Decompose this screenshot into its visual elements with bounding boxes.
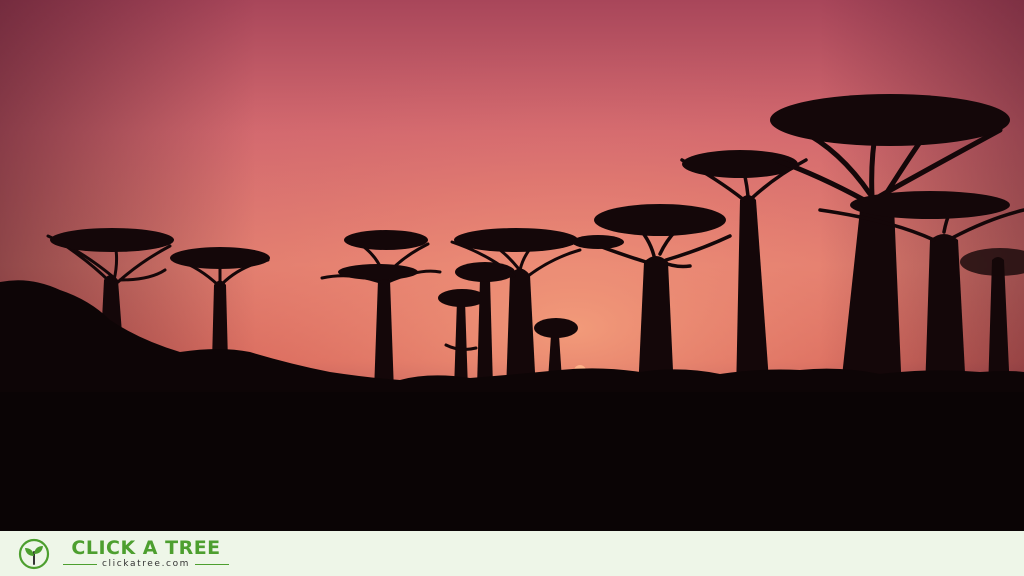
footer-bar: CLICK A TREE clickatree.com	[0, 531, 1024, 576]
divider	[195, 563, 230, 565]
brand-name: CLICK A TREE	[71, 536, 221, 559]
tree-sprout-icon	[18, 538, 50, 569]
brand-url: clickatree.com	[102, 558, 191, 569]
brand-logo[interactable]: CLICK A TREE clickatree.com	[18, 531, 234, 576]
dark-foreground	[0, 392, 1024, 531]
divider	[63, 563, 97, 565]
baobab-sunset-photo	[0, 0, 1024, 531]
